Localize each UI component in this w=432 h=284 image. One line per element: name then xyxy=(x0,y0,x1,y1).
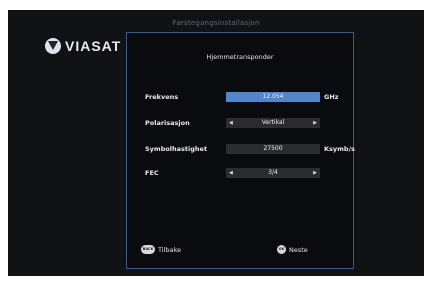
symbolhastighet-input[interactable]: 27500 xyxy=(226,144,320,154)
back-key-icon: BACK xyxy=(141,245,155,254)
row-fec: FEC ◀ 3/4 ▶ xyxy=(127,167,353,179)
row-polarisasjon: Polarisasjon ◀ Vertikal ▶ xyxy=(127,117,353,129)
frekvens-label: Frekvens xyxy=(145,93,179,101)
viasat-logo-icon xyxy=(45,38,61,54)
ok-key-icon: OK xyxy=(277,245,286,254)
polarisasjon-select[interactable]: ◀ Vertikal ▶ xyxy=(226,118,320,128)
viasat-logo: VIASAT xyxy=(45,37,121,55)
logo-text: VIASAT xyxy=(65,38,122,54)
symbolhastighet-unit: Ksymb/s xyxy=(324,145,355,153)
page-title: Førstegangsinstallasjon xyxy=(172,19,260,27)
polarisasjon-value: Vertikal xyxy=(261,119,285,126)
tv-screen: Førstegangsinstallasjon VIASAT Hjemmetra… xyxy=(8,10,424,276)
back-label: Tilbake xyxy=(158,245,182,254)
row-symbolhastighet: Symbolhastighet 27500 Ksymb/s xyxy=(127,143,355,155)
arrow-left-icon[interactable]: ◀ xyxy=(229,168,233,178)
panel-title: Hjemmetransponder xyxy=(206,53,274,61)
settings-panel: Hjemmetransponder Frekvens 12.054 GHz Po… xyxy=(126,32,355,269)
frekvens-input[interactable]: 12.054 xyxy=(226,92,320,102)
symbolhastighet-label: Symbolhastighet xyxy=(145,145,208,153)
row-frekvens: Frekvens 12.054 GHz xyxy=(127,91,353,103)
next-button[interactable]: OK Neste xyxy=(277,245,308,254)
arrow-left-icon[interactable]: ◀ xyxy=(229,118,233,128)
frekvens-unit: GHz xyxy=(324,93,339,101)
arrow-right-icon[interactable]: ▶ xyxy=(313,118,317,128)
fec-label: FEC xyxy=(145,169,159,177)
polarisasjon-label: Polarisasjon xyxy=(145,119,190,127)
back-button[interactable]: BACK Tilbake xyxy=(141,245,181,254)
fec-value: 3/4 xyxy=(268,169,278,176)
next-label: Neste xyxy=(289,245,308,254)
arrow-right-icon[interactable]: ▶ xyxy=(313,168,317,178)
fec-select[interactable]: ◀ 3/4 ▶ xyxy=(226,168,320,178)
